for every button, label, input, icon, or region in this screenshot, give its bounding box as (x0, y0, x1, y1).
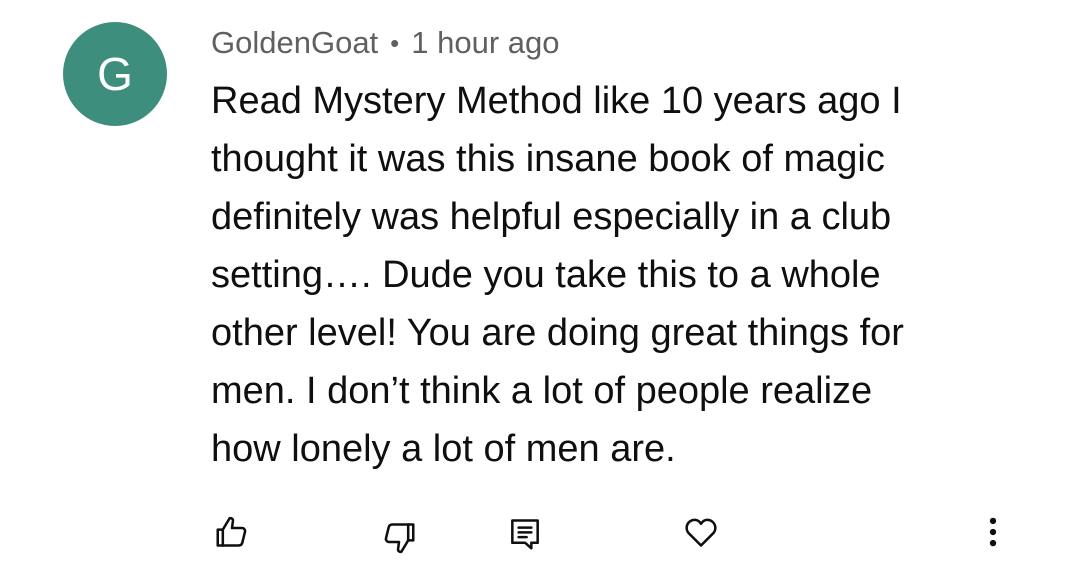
comment: G GoldenGoat • 1 hour ago Read Mystery M… (0, 0, 1079, 578)
comment-text: Read Mystery Method like 10 years ago I … (211, 72, 971, 478)
reply-button[interactable] (501, 510, 549, 558)
comment-meta: GoldenGoat • 1 hour ago (211, 22, 560, 64)
comment-actions (0, 500, 1079, 570)
more-vertical-icon (989, 517, 997, 547)
avatar-letter: G (97, 48, 133, 100)
timestamp[interactable]: 1 hour ago (411, 25, 559, 61)
thumbs-up-icon (216, 516, 247, 547)
comment-text-line: Read Mystery Method like 10 years ago I (211, 80, 902, 122)
thumbs-down-icon (384, 523, 415, 554)
meta-separator: • (390, 27, 400, 58)
comment-text-line: how lonely a lot of men are. (211, 428, 676, 470)
comment-text-line: other level! You are doing great things … (211, 312, 904, 354)
like-button[interactable] (208, 508, 256, 556)
heart-icon (685, 518, 717, 547)
comment-text-line: men. I don’t think a lot of people reali… (211, 370, 873, 412)
comment-text-line: setting…. Dude you take this to a whole (211, 254, 881, 296)
comment-text-line: thought it was this insane book of magic (211, 138, 885, 180)
heart-button[interactable] (677, 508, 725, 556)
reply-icon (511, 519, 539, 550)
more-options-button[interactable] (969, 508, 1017, 556)
dislike-button[interactable] (375, 514, 423, 562)
comment-text-line: definitely was helpful especially in a c… (211, 196, 892, 238)
author-name[interactable]: GoldenGoat (211, 25, 378, 61)
avatar[interactable]: G (63, 22, 167, 126)
